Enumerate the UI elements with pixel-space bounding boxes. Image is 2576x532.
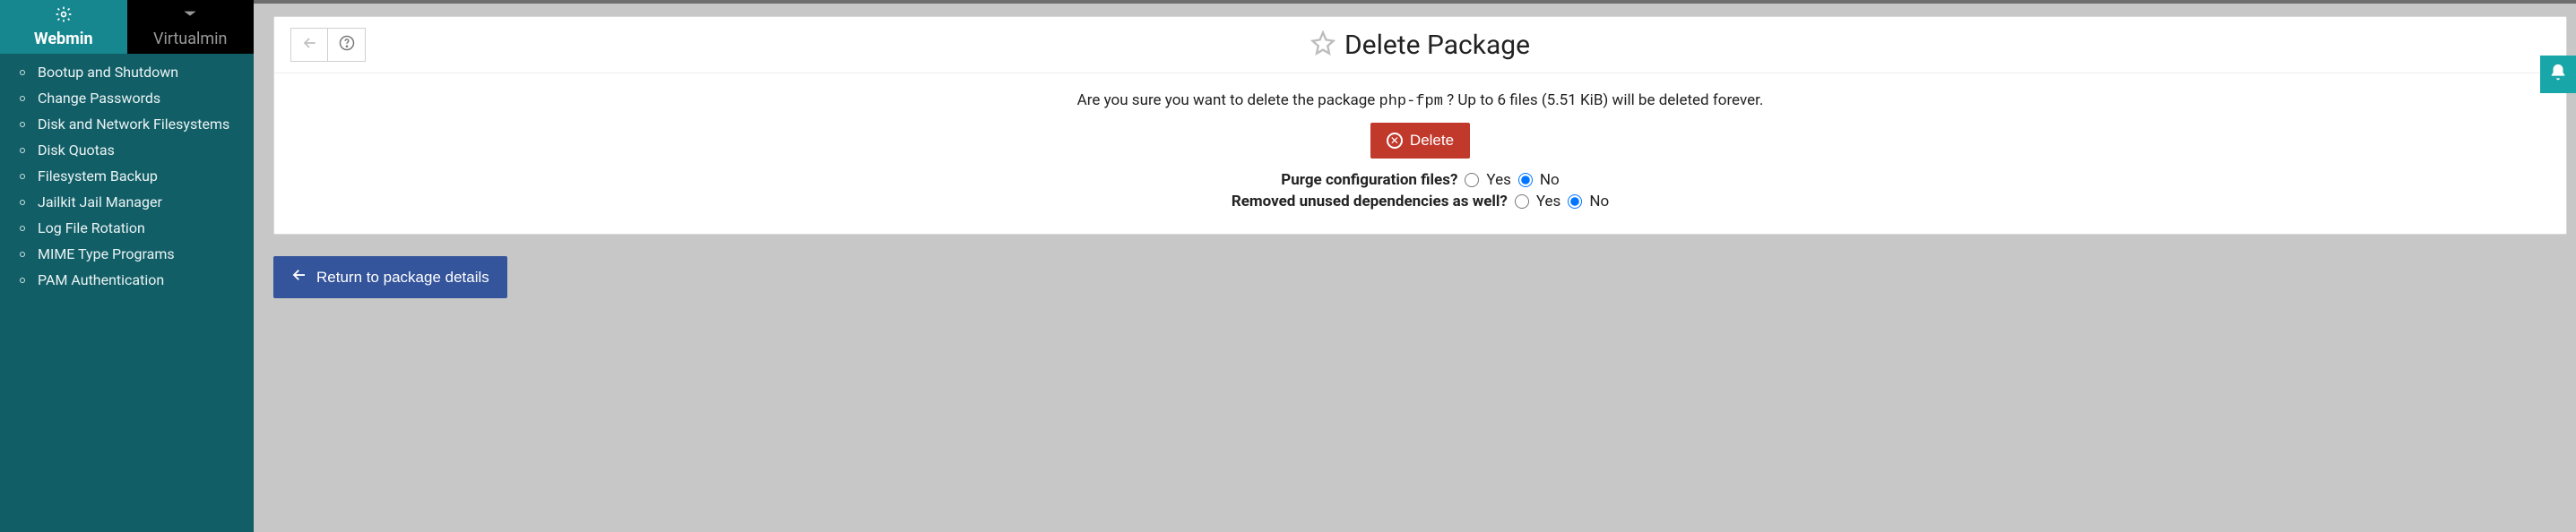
bullet-icon [20, 148, 25, 153]
bullet-icon [20, 252, 25, 257]
deps-no-label: No [1589, 193, 1609, 210]
page-title: Delete Package [1344, 30, 1530, 61]
bell-icon [2548, 63, 2568, 86]
purge-yes-label: Yes [1486, 171, 1510, 189]
sidebar-item-label: Bootup and Shutdown [38, 64, 178, 81]
tab-virtualmin-label: Virtualmin [153, 30, 227, 48]
panel-header: Delete Package [274, 17, 2566, 73]
notifications-button[interactable] [2540, 56, 2576, 93]
tab-webmin-label: Webmin [34, 30, 93, 48]
back-button[interactable] [290, 28, 328, 62]
title-wrap: Delete Package [366, 30, 2475, 61]
sidebar-item-bootup-shutdown[interactable]: Bootup and Shutdown [0, 59, 254, 85]
sidebar-item-label: Filesystem Backup [38, 167, 158, 184]
toolbar [290, 28, 366, 62]
delete-icon: ✕ [1387, 133, 1403, 149]
star-icon[interactable] [1310, 30, 1336, 59]
question-icon [339, 35, 355, 55]
sidebar-item-log-file-rotation[interactable]: Log File Rotation [0, 215, 254, 241]
sidebar-item-jailkit[interactable]: Jailkit Jail Manager [0, 189, 254, 215]
sidebar-item-label: MIME Type Programs [38, 245, 175, 262]
panel: Delete Package Are you sure you want to … [273, 16, 2567, 235]
sidebar-item-filesystem-backup[interactable]: Filesystem Backup [0, 163, 254, 189]
delete-button[interactable]: ✕ Delete [1370, 123, 1470, 159]
sidebar-item-change-passwords[interactable]: Change Passwords [0, 85, 254, 111]
confirm-suffix: ? Up to 6 files (5.51 KiB) will be delet… [1443, 91, 1763, 109]
bullet-icon [20, 122, 25, 127]
bullet-icon [20, 278, 25, 283]
sidebar-item-disk-network-filesystems[interactable]: Disk and Network Filesystems [0, 111, 254, 137]
webmin-icon [54, 5, 73, 28]
sidebar-item-label: PAM Authentication [38, 271, 164, 288]
sidebar-item-label: Change Passwords [38, 90, 160, 107]
sidebar-item-mime-type-programs[interactable]: MIME Type Programs [0, 241, 254, 267]
deps-yes-radio[interactable] [1515, 194, 1529, 209]
delete-button-label: Delete [1410, 132, 1454, 150]
deps-no-radio[interactable] [1568, 194, 1582, 209]
bullet-icon [20, 174, 25, 179]
tab-webmin[interactable]: Webmin [0, 0, 127, 54]
purge-yes-radio[interactable] [1465, 173, 1479, 187]
sidebar-item-disk-quotas[interactable]: Disk Quotas [0, 137, 254, 163]
option-deps: Removed unused dependencies as well? Yes… [301, 193, 2539, 210]
option-purge: Purge configuration files? Yes No [301, 171, 2539, 189]
sidebar: Webmin Virtualmin Bootup and Shutdown Ch… [0, 0, 254, 532]
main-content: Delete Package Are you sure you want to … [254, 0, 2576, 532]
purge-no-radio[interactable] [1518, 173, 1533, 187]
deps-yes-label: Yes [1536, 193, 1560, 210]
package-name: php-fpm [1379, 93, 1443, 110]
chevron-down-icon [180, 5, 200, 28]
bullet-icon [20, 226, 25, 231]
bullet-icon [20, 96, 25, 101]
sidebar-tabs: Webmin Virtualmin [0, 0, 254, 54]
arrow-left-icon [300, 34, 318, 56]
tab-virtualmin[interactable]: Virtualmin [127, 0, 255, 54]
sidebar-item-label: Disk Quotas [38, 142, 115, 159]
purge-no-label: No [1540, 171, 1560, 189]
sidebar-list: Bootup and Shutdown Change Passwords Dis… [0, 54, 254, 293]
top-stripe [254, 0, 2576, 4]
bullet-icon [20, 70, 25, 75]
arrow-left-icon [291, 267, 307, 287]
sidebar-item-pam-authentication[interactable]: PAM Authentication [0, 267, 254, 293]
panel-body: Are you sure you want to delete the pack… [274, 73, 2566, 234]
purge-label: Purge configuration files? [1281, 171, 1457, 189]
deps-label: Removed unused dependencies as well? [1232, 193, 1508, 210]
sidebar-item-label: Log File Rotation [38, 219, 145, 236]
help-button[interactable] [328, 28, 366, 62]
sidebar-item-label: Jailkit Jail Manager [38, 193, 162, 210]
return-button-label: Return to package details [316, 269, 489, 287]
confirm-text: Are you sure you want to delete the pack… [301, 91, 2539, 110]
confirm-prefix: Are you sure you want to delete the pack… [1077, 91, 1379, 109]
return-button[interactable]: Return to package details [273, 256, 507, 298]
sidebar-item-label: Disk and Network Filesystems [38, 116, 229, 133]
bullet-icon [20, 200, 25, 205]
